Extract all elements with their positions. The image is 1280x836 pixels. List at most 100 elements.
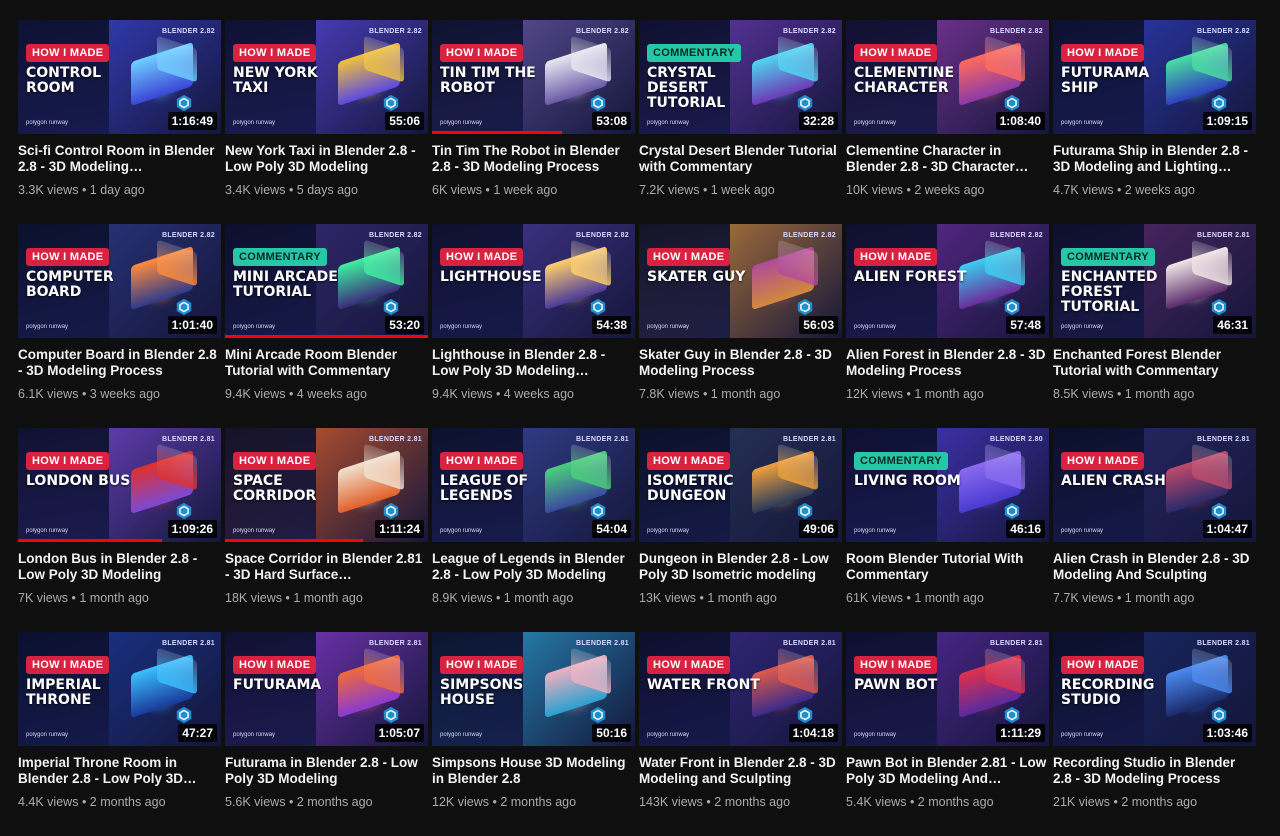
blender-version-label: BLENDER 2.81 [989,640,1043,647]
video-thumbnail[interactable]: BLENDER 2.81 HOW I MADE FUTURAMA polygon… [225,632,428,746]
video-thumbnail[interactable]: BLENDER 2.80 COMMENTARY LIVING ROOM poly… [846,428,1049,542]
video-card[interactable]: BLENDER 2.81 HOW I MADE FUTURAMA polygon… [225,632,428,836]
video-stats: 7K views • 1 month ago [18,591,221,605]
video-card[interactable]: BLENDER 2.81 HOW I MADE WATER FRONT poly… [639,632,842,836]
video-thumbnail[interactable]: BLENDER 2.81 HOW I MADE WATER FRONT poly… [639,632,842,746]
video-title[interactable]: Futurama in Blender 2.8 - Low Poly 3D Mo… [225,755,428,787]
upload-age: 2 months ago [1121,795,1198,809]
separator-dot: • [288,795,297,809]
video-card[interactable]: BLENDER 2.81 HOW I MADE LONDON BUS polyg… [18,428,221,632]
video-meta: Clementine Character in Blender 2.8 - 3D… [846,134,1049,197]
video-title[interactable]: Water Front in Blender 2.8 - 3D Modeling… [639,755,842,787]
video-title[interactable]: Dungeon in Blender 2.8 - Low Poly 3D Iso… [639,551,842,583]
video-thumbnail[interactable]: BLENDER 2.81 HOW I MADE LONDON BUS polyg… [18,428,221,542]
video-thumbnail[interactable]: BLENDER 2.81 HOW I MADE PAWN BOT polygon… [846,632,1049,746]
video-thumbnail[interactable]: BLENDER 2.82 HOW I MADE CONTROL ROOM pol… [18,20,221,134]
video-thumbnail[interactable]: BLENDER 2.82 HOW I MADE ALIEN FOREST pol… [846,224,1049,338]
video-title[interactable]: New York Taxi in Blender 2.8 - Low Poly … [225,143,428,175]
separator-dot: • [702,183,711,197]
video-thumbnail[interactable]: BLENDER 2.81 HOW I MADE RECORDING STUDIO… [1053,632,1256,746]
video-thumbnail[interactable]: BLENDER 2.82 HOW I MADE CLEMENTINE CHARA… [846,20,1049,134]
video-title[interactable]: Sci-fi Control Room in Blender 2.8 - 3D … [18,143,221,175]
blender-version-label: BLENDER 2.81 [575,640,629,647]
video-title[interactable]: Computer Board in Blender 2.8 - 3D Model… [18,347,221,379]
upload-age: 2 weeks ago [1124,183,1195,197]
video-stats: 8.5K views • 1 month ago [1053,387,1256,401]
video-title[interactable]: London Bus in Blender 2.8 - Low Poly 3D … [18,551,221,583]
category-badge: HOW I MADE [26,248,110,266]
video-card[interactable]: BLENDER 2.82 HOW I MADE CONTROL ROOM pol… [18,20,221,224]
video-card[interactable]: BLENDER 2.82 HOW I MADE FUTURAMA SHIP po… [1053,20,1256,224]
video-title[interactable]: Lighthouse in Blender 2.8 - Low Poly 3D … [432,347,635,379]
view-count: 7.8K views [639,387,700,401]
video-card[interactable]: BLENDER 2.81 HOW I MADE IMPERIAL THRONE … [18,632,221,836]
video-stats: 61K views • 1 month ago [846,591,1049,605]
video-title[interactable]: Clementine Character in Blender 2.8 - 3D… [846,143,1049,175]
polygon-runway-logo-icon [797,502,813,520]
video-card[interactable]: BLENDER 2.80 COMMENTARY LIVING ROOM poly… [846,428,1049,632]
video-title[interactable]: Alien Crash in Blender 2.8 - 3D Modeling… [1053,551,1256,583]
video-card[interactable]: BLENDER 2.81 HOW I MADE RECORDING STUDIO… [1053,632,1256,836]
thumbnail-title: FUTURAMA [233,677,322,693]
thumbnail-title: LIGHTHOUSE [440,269,542,285]
video-card[interactable]: BLENDER 2.81 HOW I MADE LEAGUE OF LEGEND… [432,428,635,632]
video-title[interactable]: Mini Arcade Room Blender Tutorial with C… [225,347,428,379]
thumbnail-title: RECORDING STUDIO [1061,677,1155,708]
video-card[interactable]: BLENDER 2.82 HOW I MADE SKATER GUY polyg… [639,224,842,428]
channel-brand-logo: polygon runway [647,528,690,534]
video-card[interactable]: BLENDER 2.82 COMMENTARY CRYSTAL DESERT T… [639,20,842,224]
video-title[interactable]: Room Blender Tutorial With Commentary [846,551,1049,583]
blender-version-label: BLENDER 2.81 [782,640,836,647]
video-title[interactable]: Recording Studio in Blender 2.8 - 3D Mod… [1053,755,1256,787]
video-title[interactable]: Simpsons House 3D Modeling in Blender 2.… [432,755,635,787]
video-thumbnail[interactable]: BLENDER 2.81 HOW I MADE SPACE CORRIDOR p… [225,428,428,542]
video-card[interactable]: BLENDER 2.81 HOW I MADE ISOMETRIC DUNGEO… [639,428,842,632]
video-thumbnail[interactable]: BLENDER 2.82 HOW I MADE COMPUTER BOARD p… [18,224,221,338]
video-title[interactable]: Enchanted Forest Blender Tutorial with C… [1053,347,1256,379]
video-thumbnail[interactable]: BLENDER 2.82 COMMENTARY MINI ARCADE TUTO… [225,224,428,338]
video-thumbnail[interactable]: BLENDER 2.82 HOW I MADE FUTURAMA SHIP po… [1053,20,1256,134]
video-card[interactable]: BLENDER 2.82 HOW I MADE ALIEN FOREST pol… [846,224,1049,428]
video-title[interactable]: Pawn Bot in Blender 2.81 - Low Poly 3D M… [846,755,1049,787]
channel-brand-logo: polygon runway [440,324,483,330]
blender-version-label: BLENDER 2.81 [368,640,422,647]
video-card[interactable]: BLENDER 2.81 HOW I MADE PAWN BOT polygon… [846,632,1049,836]
video-thumbnail[interactable]: BLENDER 2.81 HOW I MADE SIMPSONS HOUSE p… [432,632,635,746]
video-thumbnail[interactable]: BLENDER 2.82 HOW I MADE NEW YORK TAXI po… [225,20,428,134]
video-title[interactable]: League of Legends in Blender 2.8 - Low P… [432,551,635,583]
video-card[interactable]: BLENDER 2.82 HOW I MADE NEW YORK TAXI po… [225,20,428,224]
video-thumbnail[interactable]: BLENDER 2.81 COMMENTARY ENCHANTED FOREST… [1053,224,1256,338]
video-title[interactable]: Futurama Ship in Blender 2.8 - 3D Modeli… [1053,143,1256,175]
video-thumbnail[interactable]: BLENDER 2.81 HOW I MADE LEAGUE OF LEGEND… [432,428,635,542]
upload-age: 2 months ago [296,795,373,809]
video-thumbnail[interactable]: BLENDER 2.82 HOW I MADE LIGHTHOUSE polyg… [432,224,635,338]
video-card[interactable]: BLENDER 2.81 HOW I MADE SIMPSONS HOUSE p… [432,632,635,836]
blender-version-label: BLENDER 2.82 [161,232,215,239]
channel-brand-logo: polygon runway [26,528,69,534]
upload-age: 1 month ago [707,591,777,605]
video-card[interactable]: BLENDER 2.81 COMMENTARY ENCHANTED FOREST… [1053,224,1256,428]
video-thumbnail[interactable]: BLENDER 2.82 HOW I MADE SKATER GUY polyg… [639,224,842,338]
video-card[interactable]: BLENDER 2.82 HOW I MADE TIN TIM THE ROBO… [432,20,635,224]
thumbnail-title: CLEMENTINE CHARACTER [854,65,955,96]
video-thumbnail[interactable]: BLENDER 2.81 HOW I MADE ISOMETRIC DUNGEO… [639,428,842,542]
video-card[interactable]: BLENDER 2.81 HOW I MADE SPACE CORRIDOR p… [225,428,428,632]
blender-version-label: BLENDER 2.81 [575,436,629,443]
video-title[interactable]: Tin Tim The Robot in Blender 2.8 - 3D Mo… [432,143,635,175]
video-title[interactable]: Imperial Throne Room in Blender 2.8 - Lo… [18,755,221,787]
video-card[interactable]: BLENDER 2.82 HOW I MADE COMPUTER BOARD p… [18,224,221,428]
video-title[interactable]: Alien Forest in Blender 2.8 - 3D Modelin… [846,347,1049,379]
polygon-runway-logo-icon [1211,298,1227,316]
video-title[interactable]: Crystal Desert Blender Tutorial with Com… [639,143,842,175]
video-card[interactable]: BLENDER 2.82 HOW I MADE CLEMENTINE CHARA… [846,20,1049,224]
video-thumbnail[interactable]: BLENDER 2.81 HOW I MADE IMPERIAL THRONE … [18,632,221,746]
video-card[interactable]: BLENDER 2.82 COMMENTARY MINI ARCADE TUTO… [225,224,428,428]
video-duration: 49:06 [799,520,838,538]
video-thumbnail[interactable]: BLENDER 2.82 COMMENTARY CRYSTAL DESERT T… [639,20,842,134]
video-thumbnail[interactable]: BLENDER 2.81 HOW I MADE ALIEN CRASH poly… [1053,428,1256,542]
video-card[interactable]: BLENDER 2.81 HOW I MADE ALIEN CRASH poly… [1053,428,1256,632]
video-title[interactable]: Skater Guy in Blender 2.8 - 3D Modeling … [639,347,842,379]
video-title[interactable]: Space Corridor in Blender 2.81 - 3D Hard… [225,551,428,583]
video-card[interactable]: BLENDER 2.82 HOW I MADE LIGHTHOUSE polyg… [432,224,635,428]
video-thumbnail[interactable]: BLENDER 2.82 HOW I MADE TIN TIM THE ROBO… [432,20,635,134]
